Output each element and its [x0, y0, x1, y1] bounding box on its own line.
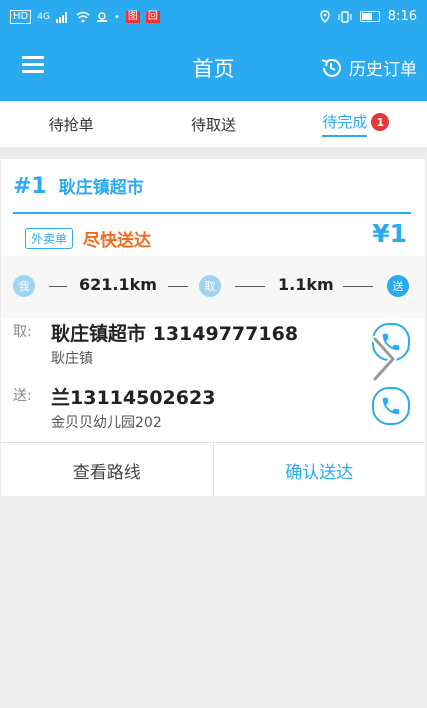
order-actions: 查看路线 确认送达 — [1, 442, 425, 497]
chevron-right-icon[interactable] — [369, 335, 399, 383]
shop-name: 耿庄镇超市 — [58, 178, 144, 198]
distance-to-dropoff: 1.1km — [278, 275, 334, 294]
tab-label: 待抢单 — [48, 115, 94, 134]
view-route-button[interactable]: 查看路线 — [1, 443, 214, 497]
order-type-tag: 外卖单 — [25, 228, 74, 249]
route-line — [49, 286, 67, 287]
dropoff-name-phone: 兰13114502623 — [51, 387, 216, 409]
me-node: 我 — [13, 275, 35, 297]
call-dropoff-button[interactable] — [372, 387, 410, 425]
pickup-address: 耿庄镇 — [51, 351, 93, 367]
history-icon — [321, 58, 341, 77]
route-line — [168, 286, 188, 287]
status-bar: HD 4G • 图 回 8:16 — [0, 0, 427, 36]
route-line — [343, 286, 373, 287]
app-bar: 首页 历史订单 — [0, 36, 427, 101]
order-type-row: 外卖单 尽快送达 — [25, 226, 151, 251]
order-header: #1 耿庄镇超市 — [13, 173, 144, 199]
location-icon — [320, 10, 330, 23]
count-badge: 1 — [371, 113, 390, 131]
clock-time: 8:16 — [387, 9, 417, 24]
pickup-node: 取 — [199, 275, 221, 297]
dot-icon: • — [113, 11, 120, 23]
route-line — [235, 286, 265, 287]
pickup-label: 取: — [13, 324, 32, 340]
signal-icon — [55, 12, 67, 23]
wifi-icon — [76, 11, 90, 23]
dropoff-node: 送 — [387, 275, 409, 297]
top-header: HD 4G • 图 回 8:16 首页 历史订单 — [0, 0, 427, 101]
history-orders-label: 历史订单 — [349, 60, 417, 80]
tab-pending-complete[interactable]: 待完成 1 — [285, 101, 427, 147]
notification-icon-2: 回 — [145, 11, 160, 23]
notification-icon-1: 图 — [125, 11, 140, 23]
pickup-name-phone: 耿庄镇超市 13149777168 — [51, 323, 299, 345]
route-distance-row: 我 621.1km 取 1.1km 送 — [1, 256, 425, 318]
app-notification-icon — [96, 12, 107, 22]
tab-label: 待取送 — [190, 115, 236, 134]
hd-indicator: HD — [10, 10, 32, 24]
order-tabs: 待抢单 待取送 待完成 1 — [0, 101, 427, 147]
history-orders-button[interactable]: 历史订单 — [319, 55, 417, 80]
order-card: #1 耿庄镇超市 外卖单 尽快送达 ¥1 我 621.1km 取 1.1km 送… — [1, 159, 425, 497]
dropoff-address: 金贝贝幼儿园202 — [51, 415, 162, 431]
status-bar-left: HD 4G • 图 回 — [10, 10, 160, 24]
network-label: 4G — [37, 12, 50, 22]
status-bar-right: 8:16 — [320, 9, 417, 24]
divider — [13, 212, 411, 214]
confirm-delivery-button[interactable]: 确认送达 — [214, 443, 426, 497]
order-price: ¥1 — [372, 219, 407, 248]
vibrate-icon — [338, 10, 352, 23]
dropoff-label: 送: — [13, 388, 32, 404]
tab-label: 待完成 — [322, 111, 368, 137]
distance-to-pickup: 621.1km — [79, 275, 157, 294]
phone-icon — [382, 397, 400, 415]
urgency-label: 尽快送达 — [83, 231, 152, 251]
battery-icon — [359, 11, 380, 22]
tab-pending-pickup[interactable]: 待取送 — [142, 101, 284, 147]
tab-pending-grab[interactable]: 待抢单 — [0, 101, 142, 147]
order-number: #1 — [13, 174, 47, 199]
